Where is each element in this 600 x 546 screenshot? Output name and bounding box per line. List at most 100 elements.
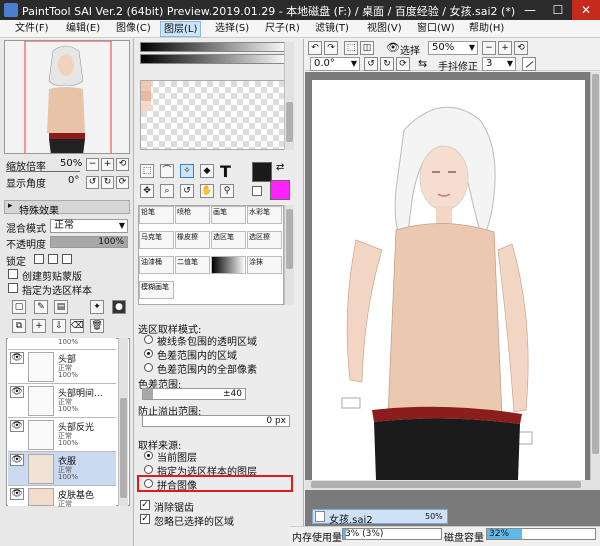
menu-window[interactable]: 窗口(W) (414, 21, 458, 37)
blend-mode-select[interactable]: 正常 ▼ (50, 219, 128, 233)
zoom-in-button[interactable]: + (101, 158, 114, 171)
canvas-zoom-select[interactable]: 50% ▼ (428, 41, 478, 55)
layer-list-scrollbar[interactable] (118, 338, 128, 506)
layer-row-head-light[interactable]: 👁 头部明间... 正常 100% (8, 384, 116, 418)
minimize-button[interactable]: — (516, 0, 544, 20)
tool-select-eraser[interactable]: 选区擦 (247, 231, 282, 249)
stabilizer-select[interactable]: 3 ▼ (482, 57, 516, 71)
swap-colors-icon[interactable]: ⇄ (276, 162, 284, 173)
rotate-cw-icon[interactable]: ↻ (380, 57, 394, 71)
delete-layer-icon[interactable]: 🗑 (90, 319, 104, 333)
eye-icon[interactable]: 👁 (10, 454, 24, 466)
layer-row-head-reflect[interactable]: 👁 头部反光 正常 100% (8, 418, 116, 452)
menu-help[interactable]: 帮助(H) (466, 21, 507, 37)
shape-icon[interactable]: ◆ (200, 164, 214, 178)
layer-row-clothes[interactable]: 👁 衣服 正常 100% (8, 452, 116, 486)
menu-file[interactable]: 文件(F) (12, 21, 52, 37)
clear-layer-icon[interactable]: ⌫ (70, 319, 84, 333)
tool-airbrush[interactable]: 喷枪 (175, 206, 210, 224)
mode-radio-transparent[interactable] (144, 335, 153, 344)
zoom-reset-button[interactable]: ⟲ (116, 158, 129, 171)
rotate-reset-button[interactable]: ⟳ (116, 176, 129, 189)
copy-layer-icon[interactable]: ⧉ (12, 319, 26, 333)
source-radio-sample-layer[interactable] (144, 465, 153, 474)
menu-layer[interactable]: 图层(L) (160, 21, 202, 37)
tool-eraser[interactable]: 橡皮擦 (175, 231, 210, 249)
eye-icon[interactable]: 👁 (10, 488, 24, 500)
lock-transparency-checkbox[interactable] (34, 254, 44, 264)
tool-brush[interactable]: 画笔 (211, 206, 246, 224)
new-layer-icon[interactable]: ▢ (12, 300, 26, 314)
invert-selection-icon[interactable]: ◫ (360, 41, 374, 55)
zoom-out-button[interactable]: − (86, 158, 99, 171)
eye-icon[interactable]: 👁 (10, 352, 24, 364)
zoom-tool-icon[interactable]: ⌕ (160, 184, 174, 198)
new-folder-icon[interactable]: ▤ (54, 300, 68, 314)
merge-down-icon[interactable]: ⇩ (52, 319, 66, 333)
tool-smudge[interactable]: 涂抹 (247, 256, 282, 274)
rect-select-icon[interactable]: ⬚ (140, 164, 154, 178)
swatch-scrollbar[interactable] (284, 42, 294, 150)
pressure-icon[interactable] (522, 57, 536, 71)
menu-edit[interactable]: 编辑(E) (63, 21, 103, 37)
eyedropper-icon[interactable]: ⚲ (220, 184, 234, 198)
move-icon[interactable]: ✥ (140, 184, 154, 198)
menu-image[interactable]: 图像(C) (113, 21, 154, 37)
value-gradient-bar[interactable] (140, 54, 290, 64)
layer-row-head[interactable]: 👁 头部 正常 100% (8, 350, 116, 384)
tool-gradient[interactable] (211, 256, 246, 274)
antialias-checkbox[interactable]: ✓ (140, 500, 150, 510)
canvas-angle-select[interactable]: 0.0° ▼ (310, 57, 360, 71)
menu-view[interactable]: 视图(V) (364, 21, 405, 37)
deselect-icon[interactable]: ⬚ (344, 41, 358, 55)
mask-icon[interactable]: ● (112, 300, 126, 314)
magic-wand-icon[interactable]: ✧ (180, 164, 194, 178)
lasso-icon[interactable]: ⌒ (160, 164, 174, 178)
rotate-reset-icon[interactable]: ⟳ (396, 57, 410, 71)
navigator-preview[interactable] (4, 40, 130, 154)
swatch-skin-light[interactable] (141, 101, 151, 111)
lock-move-checkbox[interactable] (62, 254, 72, 264)
source-radio-merged[interactable] (144, 479, 153, 488)
clipping-mask-checkbox[interactable] (8, 269, 18, 279)
menu-filter[interactable]: 滤镜(T) (312, 21, 352, 37)
transparent-color-icon[interactable] (252, 186, 262, 196)
undo-icon[interactable]: ↶ (308, 41, 322, 55)
document-tab[interactable]: 女孩.sai2 50% (312, 509, 448, 526)
layer-menu-icon[interactable]: ✦ (90, 300, 104, 314)
effects-header[interactable]: ▸ 特殊效果 (4, 200, 130, 217)
scroll-thumb[interactable] (286, 209, 293, 269)
menu-ruler[interactable]: 尺子(R) (262, 21, 303, 37)
tool-watercolor[interactable]: 水彩笔 (247, 206, 282, 224)
scroll-thumb[interactable] (592, 74, 599, 454)
eye-icon[interactable]: 👁 (10, 420, 24, 432)
selection-eye-icon[interactable]: 👁 (386, 41, 400, 54)
close-button[interactable]: ✕ (572, 0, 600, 20)
mode-radio-all-pixels[interactable] (144, 363, 153, 372)
zoom-out-icon[interactable]: − (482, 41, 496, 55)
zoom-in-icon[interactable]: + (498, 41, 512, 55)
canvas-v-scrollbar[interactable] (590, 72, 600, 480)
eye-icon[interactable]: 👁 (10, 386, 24, 398)
selection-source-checkbox[interactable] (8, 283, 18, 293)
tool-select-pen[interactable]: 选区笔 (211, 231, 246, 249)
tool-grid-scrollbar[interactable] (284, 205, 294, 305)
ignore-selection-checkbox[interactable]: ✓ (140, 514, 150, 524)
rotate-right-button[interactable]: ↻ (101, 176, 114, 189)
opacity-slider[interactable]: 100% (50, 236, 128, 248)
text-tool-icon[interactable]: T (220, 162, 231, 181)
rotate-ccw-icon[interactable]: ↺ (364, 57, 378, 71)
color-gradient-bar[interactable] (140, 42, 290, 52)
hand-icon[interactable]: ✋ (200, 184, 214, 198)
swatch-grid[interactable] (140, 80, 290, 150)
rotate-tool-icon[interactable]: ↺ (180, 184, 194, 198)
lock-draw-checkbox[interactable] (48, 254, 58, 264)
canvas[interactable] (312, 80, 585, 480)
maximize-button[interactable]: ☐ (544, 0, 572, 20)
tool-bucket[interactable]: 油漆桶 (139, 256, 174, 274)
scroll-thumb[interactable] (286, 102, 293, 142)
tool-binary-pen[interactable]: 二值笔 (175, 256, 210, 274)
zoom-reset-icon[interactable]: ⟲ (514, 41, 528, 55)
flip-icon[interactable]: ⇆ (418, 57, 427, 70)
secondary-color-swatch[interactable] (270, 180, 290, 200)
